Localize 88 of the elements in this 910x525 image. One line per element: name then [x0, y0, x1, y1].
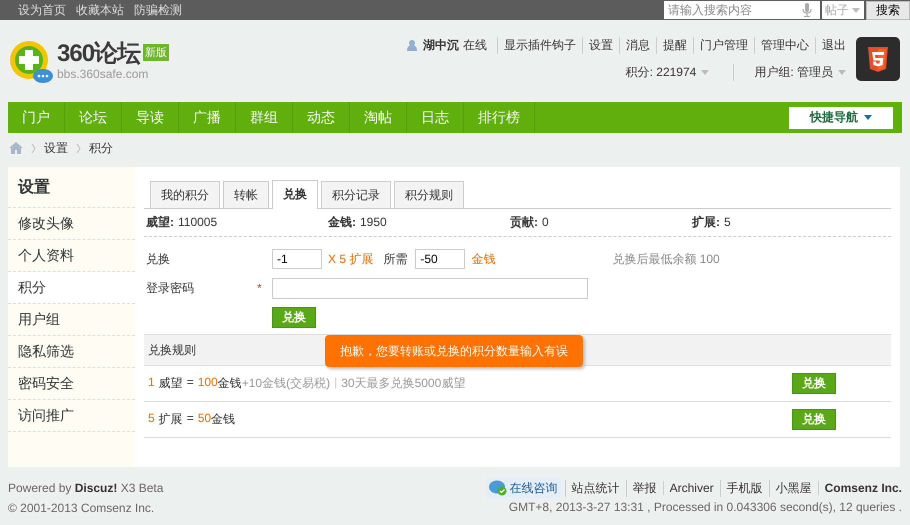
search-field[interactable]: 请输入搜索内容 — [664, 1, 820, 19]
processing-stats: GMT+8, 2013-3-27 13:31 , Processed in 0.043306 second(s), 12 queries . — [508, 500, 902, 514]
stat-label: 贡献: — [510, 215, 538, 229]
user-menu-link[interactable]: 退出 — [815, 36, 846, 54]
stat-value: 0 — [542, 215, 549, 229]
sidebar-item[interactable]: 用户组 — [8, 304, 135, 336]
amount-text: 100 — [198, 375, 218, 391]
sidebar-item[interactable]: 访问推广 — [8, 400, 135, 432]
breadcrumb-link[interactable]: 积分 — [89, 140, 113, 156]
amount-text: 5 — [148, 411, 155, 427]
sidebar-title: 设置 — [8, 167, 135, 208]
amount-text: 50 — [198, 411, 212, 427]
equals-text: = — [186, 411, 194, 427]
error-popup: 抱歉，您要转账或兑换的积分数量输入有误 — [325, 335, 583, 367]
top-link[interactable]: 收藏本站 — [76, 2, 124, 18]
amount-field[interactable]: -1 — [272, 249, 322, 269]
footer-link[interactable]: 站点统计 — [564, 480, 626, 496]
usergroup-dropdown[interactable]: 用户组: 管理员 — [733, 64, 846, 80]
stat-value: 110005 — [178, 215, 218, 229]
required-mark: * — [257, 281, 263, 295]
logo-icon — [8, 38, 54, 84]
footer-link[interactable]: Comsenz Inc. — [818, 481, 902, 495]
unit-text: 金钱 — [211, 411, 236, 428]
stat-label: 金钱: — [328, 215, 356, 229]
chat-bubble-icon — [488, 480, 507, 496]
user-menu-link[interactable]: 管理中心 — [754, 36, 809, 54]
online-consult-button[interactable]: 在线咨询 — [486, 478, 561, 498]
field-label: 兑换 — [146, 250, 171, 268]
footer-link[interactable]: Archiver — [662, 481, 720, 495]
credits-dropdown[interactable]: 积分: 221974 — [626, 64, 710, 80]
breadcrumb-link[interactable]: 设置 — [44, 140, 68, 156]
online-status: 在线 — [463, 36, 487, 54]
stat-value: 1950 — [360, 215, 387, 229]
stat-label: 威望: — [146, 215, 174, 229]
hint-text: 兑换后最低余额 100 — [612, 250, 720, 268]
user-menu-link[interactable]: 门户管理 — [693, 36, 748, 54]
tab[interactable]: 积分记录 — [321, 181, 391, 208]
home-icon — [9, 142, 23, 154]
cost-field[interactable]: -50 — [415, 249, 466, 269]
unit-text: 金钱 — [471, 250, 496, 268]
separator-text: | — [334, 375, 338, 391]
top-link[interactable]: 设为首页 — [18, 2, 66, 18]
tax-text: +10金钱(交易税) — [242, 375, 330, 392]
username-link[interactable]: 湖中沉 — [423, 36, 459, 54]
quick-nav-button[interactable]: 快捷导航 — [789, 106, 893, 128]
footer-link[interactable]: 手机版 — [720, 480, 769, 496]
copyright-text: © 2001-2013 Comsenz Inc. — [8, 500, 156, 517]
unit-text: 扩展 — [158, 411, 183, 428]
password-field[interactable] — [272, 278, 588, 298]
tab[interactable]: 我的积分 — [150, 181, 220, 208]
caret-icon — [852, 8, 860, 12]
rate-text: X 5 扩展 — [328, 250, 374, 268]
limit-note: 30天最多兑换5000威望 — [341, 375, 466, 392]
sidebar-item[interactable]: 隐私筛选 — [8, 336, 135, 368]
unit-text: 金钱 — [218, 375, 242, 392]
footer-link[interactable]: 小黑屋 — [768, 480, 818, 496]
caret-icon — [864, 115, 872, 120]
user-menu-link[interactable]: 设置 — [582, 36, 613, 54]
footer-link[interactable]: 举报 — [626, 480, 663, 496]
top-link[interactable]: 防骗检测 — [134, 2, 182, 18]
new-version-badge: 新版 — [143, 44, 170, 61]
equals-text: = — [186, 375, 194, 391]
logo-title: 360论坛 — [57, 38, 140, 68]
sidebar-item[interactable]: 积分 — [8, 272, 135, 304]
search-button[interactable]: 搜索 — [866, 0, 910, 20]
powered-by-text: Powered by Discuz! X3 Beta — [8, 480, 164, 497]
caret-icon — [838, 70, 846, 74]
user-menu-link[interactable]: 消息 — [619, 36, 650, 54]
tab[interactable]: 转帐 — [223, 181, 269, 208]
tab[interactable]: 兑换 — [272, 180, 318, 209]
caret-icon — [701, 70, 710, 74]
site-domain: bbs.360safe.com — [57, 66, 150, 80]
tab[interactable]: 积分规则 — [394, 181, 464, 208]
stat-value: 5 — [724, 215, 731, 229]
stat-label: 扩展: — [692, 215, 720, 229]
amount-text: 1 — [148, 375, 155, 391]
user-menu-link[interactable]: 提醒 — [656, 36, 687, 54]
unit-text: 威望 — [158, 375, 183, 392]
chevron-icon — [76, 144, 81, 152]
microphone-icon — [802, 3, 812, 17]
sidebar-item[interactable]: 密码安全 — [8, 368, 135, 400]
field-label: 所需 — [383, 250, 408, 268]
user-menu-link[interactable]: 显示插件钩子 — [497, 36, 576, 54]
user-icon — [407, 40, 417, 50]
sidebar-item[interactable]: 修改头像 — [8, 208, 135, 240]
chevron-icon — [31, 144, 36, 152]
html5-logo-icon — [856, 36, 900, 80]
field-label: 登录密码 — [146, 280, 195, 296]
